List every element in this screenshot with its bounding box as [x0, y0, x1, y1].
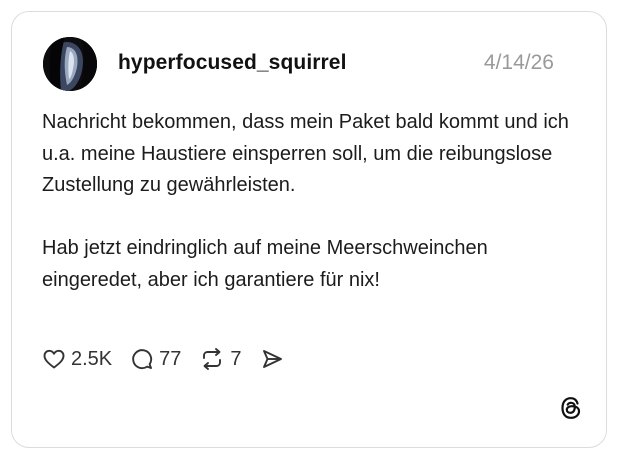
avatar[interactable] — [43, 37, 97, 91]
reply-button[interactable]: 77 — [130, 347, 181, 371]
speech-bubble-icon — [132, 349, 153, 370]
post-paragraph-2: Hab jetzt eindringlich auf meine Meersch… — [42, 237, 488, 291]
like-count: 2.5K — [71, 347, 113, 370]
threads-logo-icon — [561, 397, 581, 419]
avatar-image — [43, 37, 97, 91]
post-card: hyperfocused_squirrel 4/14/26 Nachricht … — [11, 11, 607, 448]
heart-icon — [43, 349, 65, 369]
repost-button[interactable]: 7 — [199, 347, 242, 371]
repost-count: 7 — [230, 347, 242, 370]
action-bar: 2.5K 77 7 — [42, 344, 302, 374]
post-date: 4/14/26 — [483, 51, 554, 74]
post-paragraph-1: Nachricht bekommen, dass mein Paket bald… — [42, 111, 569, 196]
repost-arrows-icon — [203, 348, 222, 370]
post-text: Nachricht bekommen, dass mein Paket bald… — [42, 107, 572, 296]
like-button[interactable]: 2.5K — [42, 347, 112, 371]
send-icon — [262, 350, 282, 368]
reply-count: 77 — [159, 347, 182, 370]
share-button[interactable] — [260, 347, 284, 371]
username[interactable]: hyperfocused_squirrel — [118, 51, 347, 75]
